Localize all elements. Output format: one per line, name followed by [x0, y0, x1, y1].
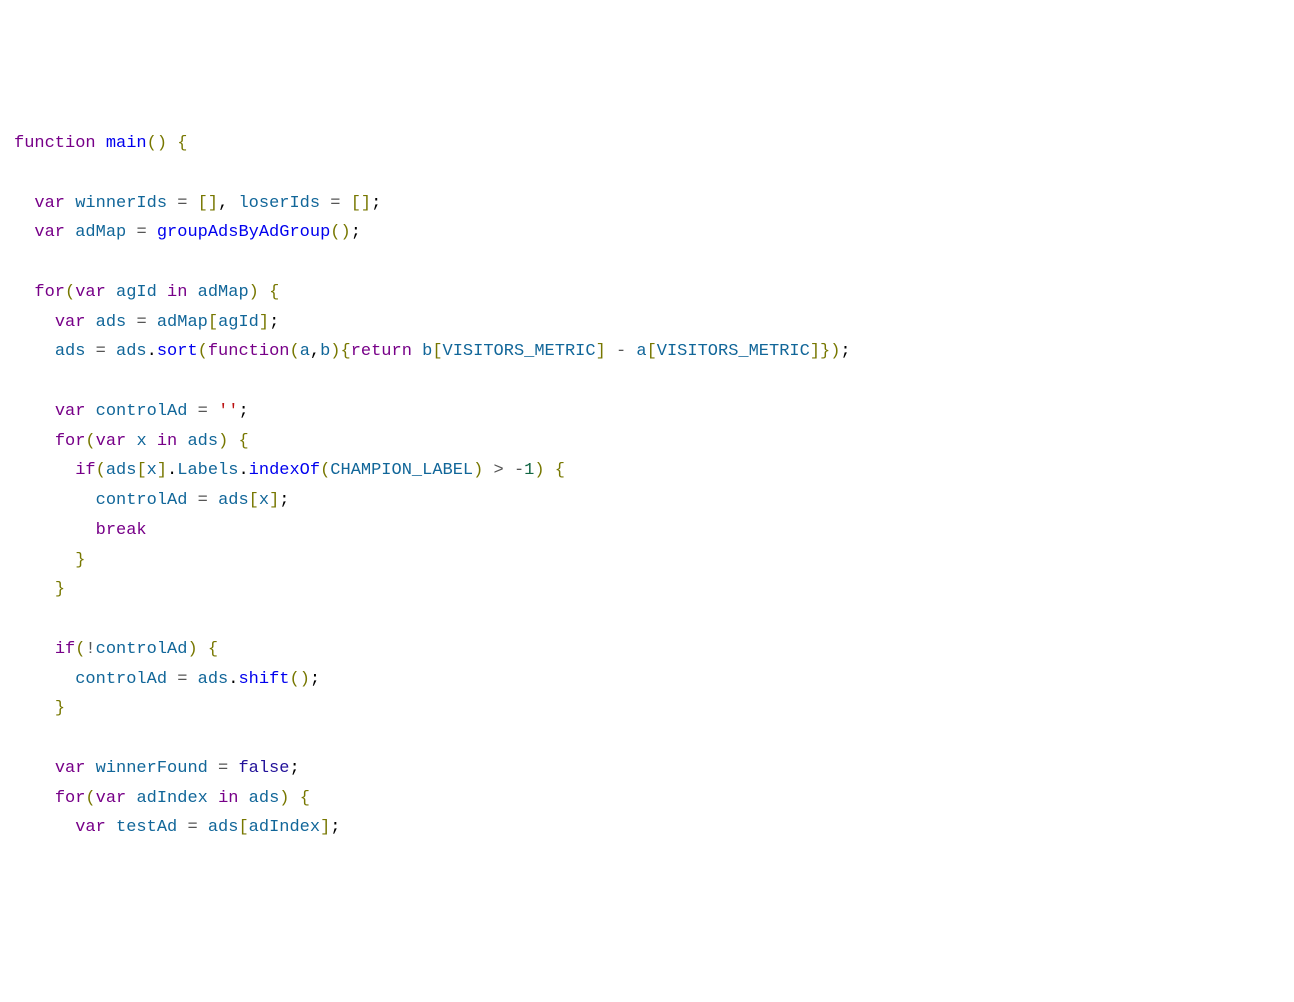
code-block: function main() { var winnerIds = [], lo…	[14, 129, 1280, 843]
